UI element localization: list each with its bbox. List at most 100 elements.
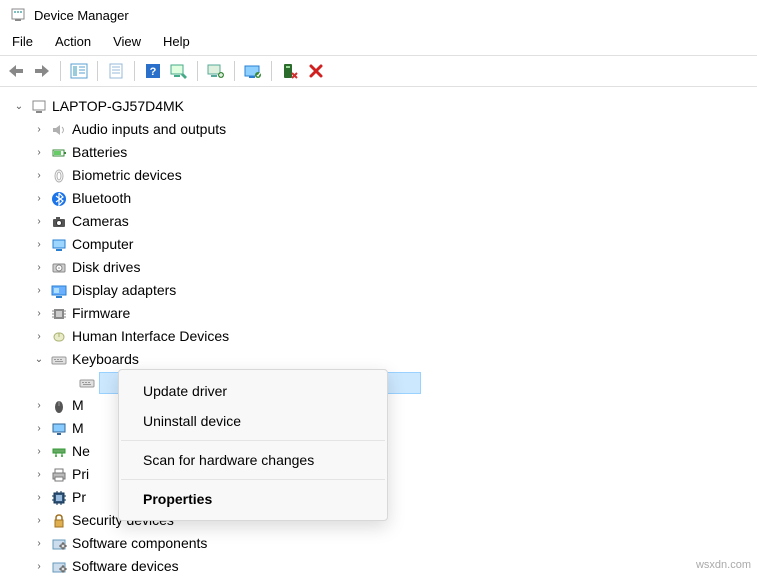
monitor-icon [50, 420, 68, 438]
context-uninstall-device[interactable]: Uninstall device [119, 406, 387, 436]
caret-right-icon[interactable]: › [32, 307, 46, 321]
update-driver-button[interactable] [204, 59, 228, 83]
toolbar-separator [234, 61, 235, 81]
caret-down-icon[interactable]: ⌄ [32, 353, 46, 367]
context-menu: Update driver Uninstall device Scan for … [118, 369, 388, 521]
caret-right-icon[interactable]: › [32, 537, 46, 551]
toolbar-separator [271, 61, 272, 81]
tree-category-label: Display adapters [72, 279, 176, 302]
computer-icon [50, 236, 68, 254]
caret-right-icon[interactable]: › [32, 514, 46, 528]
caret-right-icon[interactable]: › [32, 215, 46, 229]
tree-category[interactable]: › Biometric devices [4, 164, 753, 187]
tree-category-label: Biometric devices [72, 164, 182, 187]
caret-right-icon[interactable]: › [32, 169, 46, 183]
titlebar: Device Manager [0, 0, 757, 30]
tree-category-label: Software components [72, 532, 207, 555]
menubar: File Action View Help [0, 30, 757, 55]
tree-category[interactable]: ›Software devices [4, 555, 753, 578]
svg-text:?: ? [150, 66, 157, 78]
context-update-driver[interactable]: Update driver [119, 376, 387, 406]
tree-category[interactable]: › Disk drives [4, 256, 753, 279]
tree-category[interactable]: › Software components [4, 532, 753, 555]
tree-category[interactable]: › Batteries [4, 141, 753, 164]
tree-category-label: Ne [72, 440, 90, 463]
caret-right-icon[interactable]: › [32, 399, 46, 413]
forward-button[interactable] [30, 59, 54, 83]
toolbar-separator [134, 61, 135, 81]
caret-right-icon[interactable]: › [32, 330, 46, 344]
toolbar-separator [60, 61, 61, 81]
caret-right-icon[interactable]: › [32, 560, 46, 574]
tree-category-label: Pri [72, 463, 89, 486]
back-button[interactable] [4, 59, 28, 83]
toolbar: ? [0, 55, 757, 87]
context-properties[interactable]: Properties [119, 484, 387, 514]
caret-right-icon[interactable]: › [32, 146, 46, 160]
tree-category[interactable]: › Human Interface Devices [4, 325, 753, 348]
caret-right-icon[interactable]: › [32, 123, 46, 137]
tree-category-label: Keyboards [72, 348, 139, 371]
tree-category-label: Bluetooth [72, 187, 131, 210]
scan-hardware-button[interactable] [167, 59, 191, 83]
tree-root[interactable]: ⌄ LAPTOP-GJ57D4MK [4, 95, 753, 118]
tree-category-label: Cameras [72, 210, 129, 233]
menu-action[interactable]: Action [55, 34, 91, 49]
caret-right-icon[interactable]: › [32, 238, 46, 252]
camera-icon [50, 213, 68, 231]
help-button[interactable]: ? [141, 59, 165, 83]
tree-category-label: Human Interface Devices [72, 325, 229, 348]
tree-category-label: Pr [72, 486, 86, 509]
printer-icon [50, 466, 68, 484]
context-separator [121, 479, 385, 480]
keyboard-icon [50, 351, 68, 369]
mouse-icon [50, 397, 68, 415]
tree-category[interactable]: ›Firmware [4, 302, 753, 325]
tree-category-label: Computer [72, 233, 133, 256]
caret-right-icon[interactable]: › [32, 284, 46, 298]
audio-icon [50, 121, 68, 139]
caret-right-icon[interactable]: › [32, 445, 46, 459]
tree-category-label: Disk drives [72, 256, 140, 279]
tree-category[interactable]: › Bluetooth [4, 187, 753, 210]
caret-right-icon[interactable]: › [32, 261, 46, 275]
menu-file[interactable]: File [12, 34, 33, 49]
tree-root-label: LAPTOP-GJ57D4MK [52, 95, 184, 118]
menu-view[interactable]: View [113, 34, 141, 49]
caret-right-icon[interactable]: › [32, 192, 46, 206]
watermark: wsxdn.com [696, 559, 751, 571]
enable-device-button[interactable] [241, 59, 265, 83]
battery-icon [50, 144, 68, 162]
disk-icon [50, 259, 68, 277]
context-separator [121, 440, 385, 441]
caret-right-icon[interactable]: › [32, 468, 46, 482]
tree-category[interactable]: › Display adapters [4, 279, 753, 302]
computer-root-icon [30, 98, 48, 116]
tree-category-label: Audio inputs and outputs [72, 118, 226, 141]
properties-button[interactable] [104, 59, 128, 83]
tree-category[interactable]: › Cameras [4, 210, 753, 233]
tree-category-label: Batteries [72, 141, 127, 164]
tree-category[interactable]: › Computer [4, 233, 753, 256]
window-title: Device Manager [34, 8, 129, 23]
caret-down-icon[interactable]: ⌄ [12, 100, 26, 114]
disable-device-button[interactable] [278, 59, 302, 83]
processor-icon [50, 489, 68, 507]
security-icon [50, 512, 68, 530]
toolbar-separator [197, 61, 198, 81]
caret-right-icon[interactable]: › [32, 491, 46, 505]
tree-category[interactable]: ⌄ Keyboards [4, 348, 753, 371]
display-icon [50, 282, 68, 300]
toolbar-separator [97, 61, 98, 81]
tree-category-label: M [72, 417, 84, 440]
menu-help[interactable]: Help [163, 34, 190, 49]
context-scan-hardware[interactable]: Scan for hardware changes [119, 445, 387, 475]
tree-category[interactable]: › Audio inputs and outputs [4, 118, 753, 141]
software-icon [50, 535, 68, 553]
device-manager-icon [10, 7, 26, 23]
bluetooth-icon [50, 190, 68, 208]
show-hidden-button[interactable] [67, 59, 91, 83]
caret-right-icon[interactable]: › [32, 422, 46, 436]
biometric-icon [50, 167, 68, 185]
uninstall-device-button[interactable] [304, 59, 328, 83]
